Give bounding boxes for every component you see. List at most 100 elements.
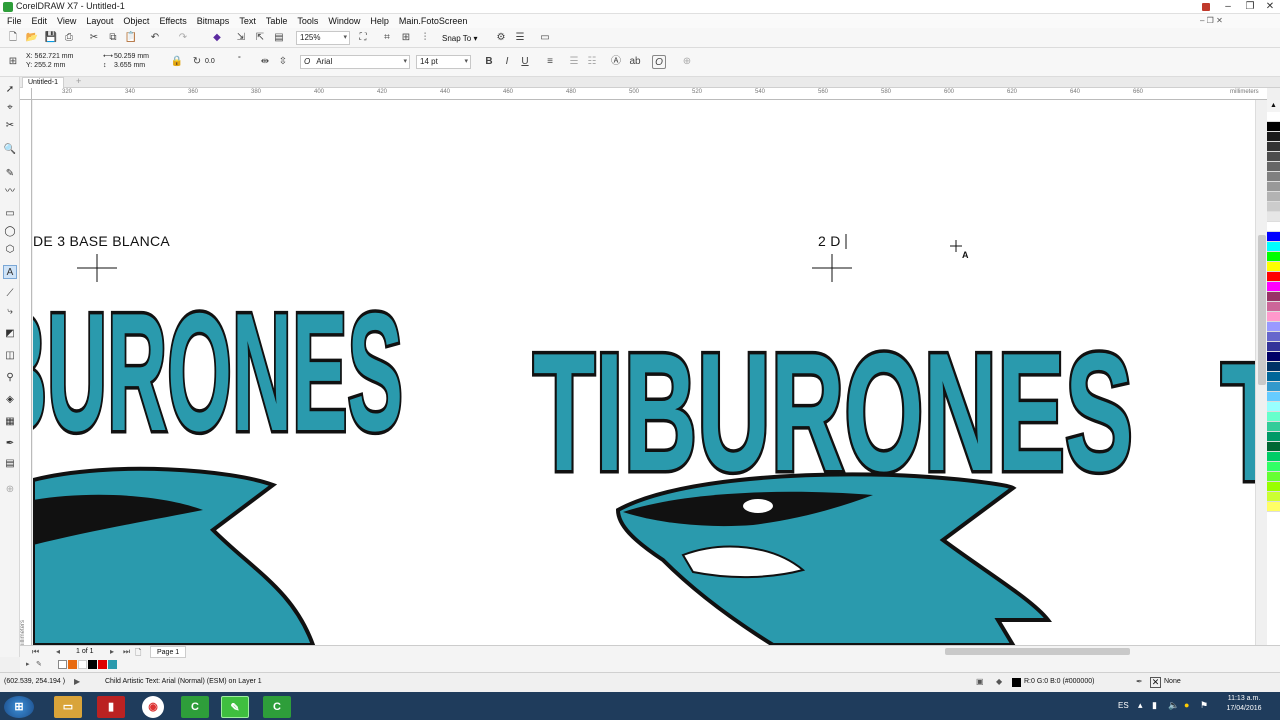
shape-tool-icon[interactable]: ⌖ bbox=[3, 101, 17, 115]
play-icon[interactable]: ▶ bbox=[74, 677, 80, 686]
show-grid-icon[interactable]: ⊞ bbox=[399, 31, 413, 45]
options-icon[interactable]: ⚙ bbox=[494, 31, 508, 45]
artistic-text-left[interactable]: DE 3 BASE BLANCA bbox=[33, 233, 170, 249]
file-explorer-icon[interactable]: ▭ bbox=[54, 696, 82, 718]
text-tool-icon[interactable]: A bbox=[3, 265, 17, 279]
open-icon[interactable]: 📂 bbox=[25, 31, 39, 45]
palette-swatch[interactable] bbox=[1267, 502, 1280, 512]
palette-swatch[interactable] bbox=[1267, 162, 1280, 172]
redo-icon[interactable]: ↷ bbox=[176, 31, 190, 45]
add-document-icon[interactable]: + bbox=[76, 76, 81, 86]
export-icon[interactable]: ⇱ bbox=[253, 31, 267, 45]
previous-page-icon[interactable]: ◂ bbox=[56, 647, 60, 656]
app-menu-icon[interactable] bbox=[1196, 0, 1216, 14]
font-size-dropdown[interactable]: 14 pt ▾ bbox=[416, 55, 471, 69]
swatch-teal[interactable] bbox=[108, 660, 117, 669]
polygon-tool-icon[interactable]: ⬡ bbox=[3, 243, 17, 257]
menu-item-view[interactable]: View bbox=[52, 14, 81, 28]
palette-scroll-up-icon[interactable]: ▲ bbox=[1267, 100, 1280, 112]
paste-icon[interactable]: 📋 bbox=[124, 31, 138, 45]
palette-options-icon[interactable]: ▸ bbox=[26, 660, 30, 668]
print-icon[interactable]: ⎙ bbox=[62, 31, 76, 45]
menu-item-layout[interactable]: Layout bbox=[81, 14, 118, 28]
artistic-text-right[interactable]: 2 D bbox=[818, 233, 841, 249]
palette-swatch[interactable] bbox=[1267, 252, 1280, 262]
rotation-field[interactable]: 0.0 bbox=[205, 58, 215, 66]
palette-swatch[interactable] bbox=[1267, 182, 1280, 192]
menu-item-help[interactable]: Help bbox=[365, 14, 394, 28]
first-page-icon[interactable]: ⏮ bbox=[32, 647, 39, 657]
zoom-level-dropdown[interactable]: 125% ▾ bbox=[296, 31, 350, 45]
horizontal-ruler[interactable]: 320 340 360 380 400 420 440 460 480 500 520 540 560 5… bbox=[20, 88, 1267, 100]
vertical-scroll-thumb[interactable] bbox=[1258, 235, 1266, 385]
swatch-orange[interactable] bbox=[68, 660, 77, 669]
horizontal-scrollbar[interactable] bbox=[660, 645, 1255, 658]
clock-date[interactable]: 17/04/2016 bbox=[1222, 705, 1266, 712]
undo-icon[interactable]: ↶ bbox=[148, 31, 162, 45]
palette-swatch[interactable] bbox=[1267, 262, 1280, 272]
tray-arrow-icon[interactable]: ▴ bbox=[1138, 700, 1143, 711]
mirror-horizontal-icon[interactable]: ⇹ bbox=[258, 55, 272, 69]
clock-time[interactable]: 11:13 a.m. bbox=[1222, 695, 1266, 702]
volume-icon[interactable]: 🔈 bbox=[1168, 700, 1179, 711]
add-icon[interactable]: ⊕ bbox=[680, 55, 694, 69]
mirror-vertical-icon[interactable]: ⇳ bbox=[276, 55, 290, 69]
application-launcher-icon[interactable]: ☰ bbox=[513, 31, 527, 45]
palette-swatch[interactable] bbox=[1267, 322, 1280, 332]
palette-swatch[interactable] bbox=[1267, 112, 1280, 122]
full-screen-icon[interactable]: ⛶ bbox=[356, 31, 370, 45]
outline-pen-icon[interactable]: ✒ bbox=[3, 437, 17, 451]
palette-swatch[interactable] bbox=[1267, 482, 1280, 492]
tab-untitled-1[interactable]: Untitled-1 bbox=[22, 77, 64, 88]
horizontal-scroll-thumb[interactable] bbox=[945, 648, 1130, 655]
show-rulers-icon[interactable]: ⌗ bbox=[380, 31, 394, 45]
fill-icon[interactable]: ▤ bbox=[3, 457, 17, 471]
palette-swatch[interactable] bbox=[1267, 392, 1280, 402]
menu-item-bitmaps[interactable]: Bitmaps bbox=[192, 14, 235, 28]
swatch-white[interactable] bbox=[78, 660, 87, 669]
language-indicator[interactable]: ES bbox=[1118, 701, 1129, 710]
vertical-ruler[interactable]: millimeters bbox=[20, 100, 32, 649]
palette-swatch[interactable] bbox=[1267, 152, 1280, 162]
bullet-list-icon[interactable]: ☰ bbox=[567, 55, 581, 69]
notification-icon[interactable]: ● bbox=[1184, 700, 1189, 710]
corel-active-taskbar-icon[interactable]: ✎ bbox=[221, 696, 249, 718]
palette-swatch[interactable] bbox=[1267, 352, 1280, 362]
freehand-tool-icon[interactable]: ✎ bbox=[3, 167, 17, 181]
menu-item-effects[interactable]: Effects bbox=[154, 14, 191, 28]
bold-icon[interactable]: B bbox=[482, 55, 496, 69]
copy-icon[interactable]: ⧉ bbox=[106, 31, 120, 45]
outline-none-swatch[interactable]: ✕ bbox=[1150, 677, 1161, 688]
palette-swatch[interactable] bbox=[1267, 172, 1280, 182]
palette-swatch[interactable] bbox=[1267, 452, 1280, 462]
height-field[interactable]: 3.655 mm bbox=[114, 62, 145, 70]
palette-swatch[interactable] bbox=[1267, 472, 1280, 482]
text-properties-icon[interactable]: Ⓐ bbox=[609, 55, 623, 69]
palette-swatch[interactable] bbox=[1267, 442, 1280, 452]
edit-text-icon[interactable]: ab bbox=[628, 55, 642, 69]
palette-swatch[interactable] bbox=[1267, 132, 1280, 142]
menu-item-window[interactable]: Window bbox=[323, 14, 365, 28]
menu-item-tools[interactable]: Tools bbox=[292, 14, 323, 28]
palette-swatch[interactable] bbox=[1267, 232, 1280, 242]
palette-swatch[interactable] bbox=[1267, 492, 1280, 502]
menu-item-text[interactable]: Text bbox=[234, 14, 261, 28]
palette-swatch[interactable] bbox=[1267, 462, 1280, 472]
palette-swatch[interactable] bbox=[1267, 302, 1280, 312]
snap-to-dropdown[interactable]: Snap To ▾ bbox=[442, 34, 477, 43]
next-page-icon[interactable]: ▸ bbox=[110, 647, 114, 656]
swatch-none[interactable] bbox=[58, 660, 67, 669]
artistic-media-icon[interactable]: 〰 bbox=[3, 185, 17, 199]
drawing-canvas[interactable]: TIBURONES TIBURONES TIBURONES DE 3 BA bbox=[33, 100, 1255, 645]
cut-icon[interactable]: ✂ bbox=[87, 31, 101, 45]
palette-swatch[interactable] bbox=[1267, 292, 1280, 302]
palette-swatch[interactable] bbox=[1267, 422, 1280, 432]
menu-item-file[interactable]: File bbox=[2, 14, 27, 28]
corel-capture-taskbar-icon[interactable]: C bbox=[263, 696, 291, 718]
x-position-field[interactable]: X: 562.721 mm bbox=[26, 53, 73, 61]
y-position-field[interactable]: Y: 255.2 mm bbox=[26, 62, 65, 70]
palette-swatch[interactable] bbox=[1267, 412, 1280, 422]
tab-page-1[interactable]: Page 1 bbox=[150, 646, 187, 658]
show-guidelines-icon[interactable]: ⫶ bbox=[418, 31, 432, 45]
minimize-button[interactable]: – bbox=[1218, 0, 1238, 14]
